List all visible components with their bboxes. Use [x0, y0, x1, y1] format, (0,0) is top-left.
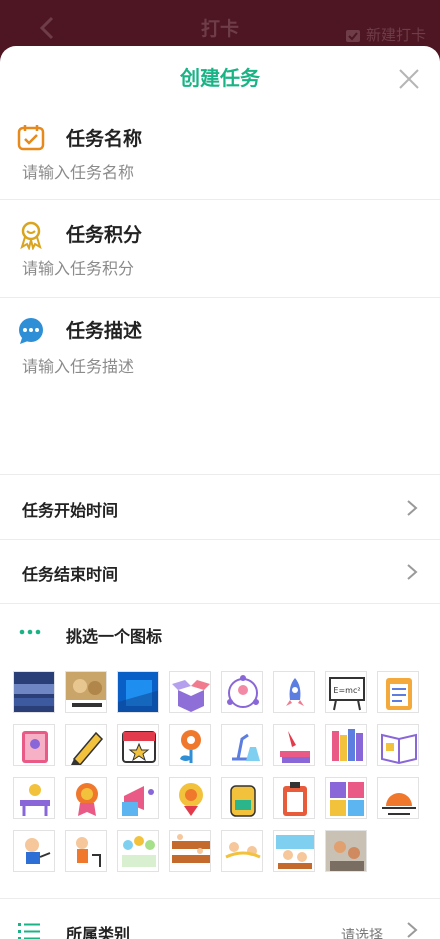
people-network-icon[interactable]: [221, 671, 263, 713]
kid-sticker-2-icon[interactable]: [65, 830, 107, 872]
chevron-right-icon: [407, 500, 418, 516]
bookshelf-icon[interactable]: [325, 724, 367, 766]
desks-sticker-icon[interactable]: [169, 830, 211, 872]
book-pink-icon[interactable]: [13, 724, 55, 766]
task-points-field[interactable]: 任务积分 请输入任务积分: [0, 200, 440, 298]
math-operators-icon[interactable]: [325, 777, 367, 819]
open-book-icon[interactable]: [377, 724, 419, 766]
task-description-input[interactable]: 请输入任务描述: [22, 353, 134, 377]
category-row[interactable]: 所属类别 请选择: [0, 898, 440, 939]
medal-icon: [20, 221, 42, 250]
kids-running-sticker-icon[interactable]: [221, 830, 263, 872]
icon-picker-label: 挑选一个图标: [66, 627, 163, 646]
start-time-label: 任务开始时间: [22, 501, 119, 520]
task-description-field[interactable]: 任务描述 请输入任务描述: [0, 298, 440, 475]
task-name-field[interactable]: 任务名称 请输入任务名称: [0, 110, 440, 200]
chevron-right-icon: [407, 564, 418, 580]
pencil-icon[interactable]: [65, 724, 107, 766]
calendar-star-icon[interactable]: [117, 724, 159, 766]
close-icon[interactable]: [398, 68, 420, 90]
task-name-label: 任务名称: [66, 128, 143, 150]
teacher-desk-icon[interactable]: [13, 777, 55, 819]
category-label: 所属类别: [66, 925, 131, 939]
chat-bubble-icon: [19, 318, 43, 344]
kids-classroom-sticker-icon[interactable]: [273, 830, 315, 872]
task-points-label: 任务积分: [66, 224, 143, 246]
svg-text:E=mc²: E=mc²: [333, 686, 360, 695]
new-checkin-label: 新建打卡: [365, 26, 426, 44]
task-description-label: 任务描述: [66, 320, 143, 342]
create-task-sheet: 创建任务 任务名称 请输入任务名称 任务积分 请输入任务积分 任务描述 请输入任…: [0, 46, 440, 939]
sheet-title: 创建任务: [180, 66, 260, 90]
task-points-input[interactable]: 请输入任务积分: [22, 255, 134, 279]
list-icon: [18, 923, 40, 939]
kids-group-sticker-icon[interactable]: [117, 830, 159, 872]
calendar-check-icon: [345, 29, 360, 42]
open-box-icon[interactable]: [169, 671, 211, 713]
more-dots-icon: [19, 629, 41, 635]
new-checkin-button[interactable]: 新建打卡: [345, 24, 426, 45]
kid-sticker-1-icon[interactable]: [13, 830, 55, 872]
chevron-right-icon: [407, 922, 418, 938]
start-time-row[interactable]: 任务开始时间: [0, 475, 440, 540]
backpack-icon[interactable]: [221, 777, 263, 819]
flower-icon[interactable]: [169, 724, 211, 766]
sunrise-icon[interactable]: [377, 777, 419, 819]
award-coin-icon[interactable]: [169, 777, 211, 819]
microscope-flask-icon[interactable]: [221, 724, 263, 766]
clipboard-checklist-icon[interactable]: [377, 671, 419, 713]
end-time-label: 任务结束时间: [22, 565, 119, 584]
rocket-icon[interactable]: [273, 671, 315, 713]
blackboard-formula-icon[interactable]: E=mc²: [325, 671, 367, 713]
windows-logo-icon[interactable]: [117, 671, 159, 713]
photo-banner-icon[interactable]: [13, 671, 55, 713]
photo-ceremony-icon[interactable]: [65, 671, 107, 713]
ink-pen-books-icon[interactable]: [273, 724, 315, 766]
end-time-row[interactable]: 任务结束时间: [0, 539, 440, 604]
clipboard-icon[interactable]: [273, 777, 315, 819]
kids-playing-photo-icon[interactable]: [325, 830, 367, 872]
task-name-input[interactable]: 请输入任务名称: [22, 159, 134, 183]
megaphone-music-icon[interactable]: [117, 777, 159, 819]
icon-picker-header: 挑选一个图标: [0, 616, 440, 656]
medal-badge-icon[interactable]: [65, 777, 107, 819]
calendar-check-icon: [17, 125, 45, 151]
category-select-value[interactable]: 请选择: [341, 925, 383, 939]
